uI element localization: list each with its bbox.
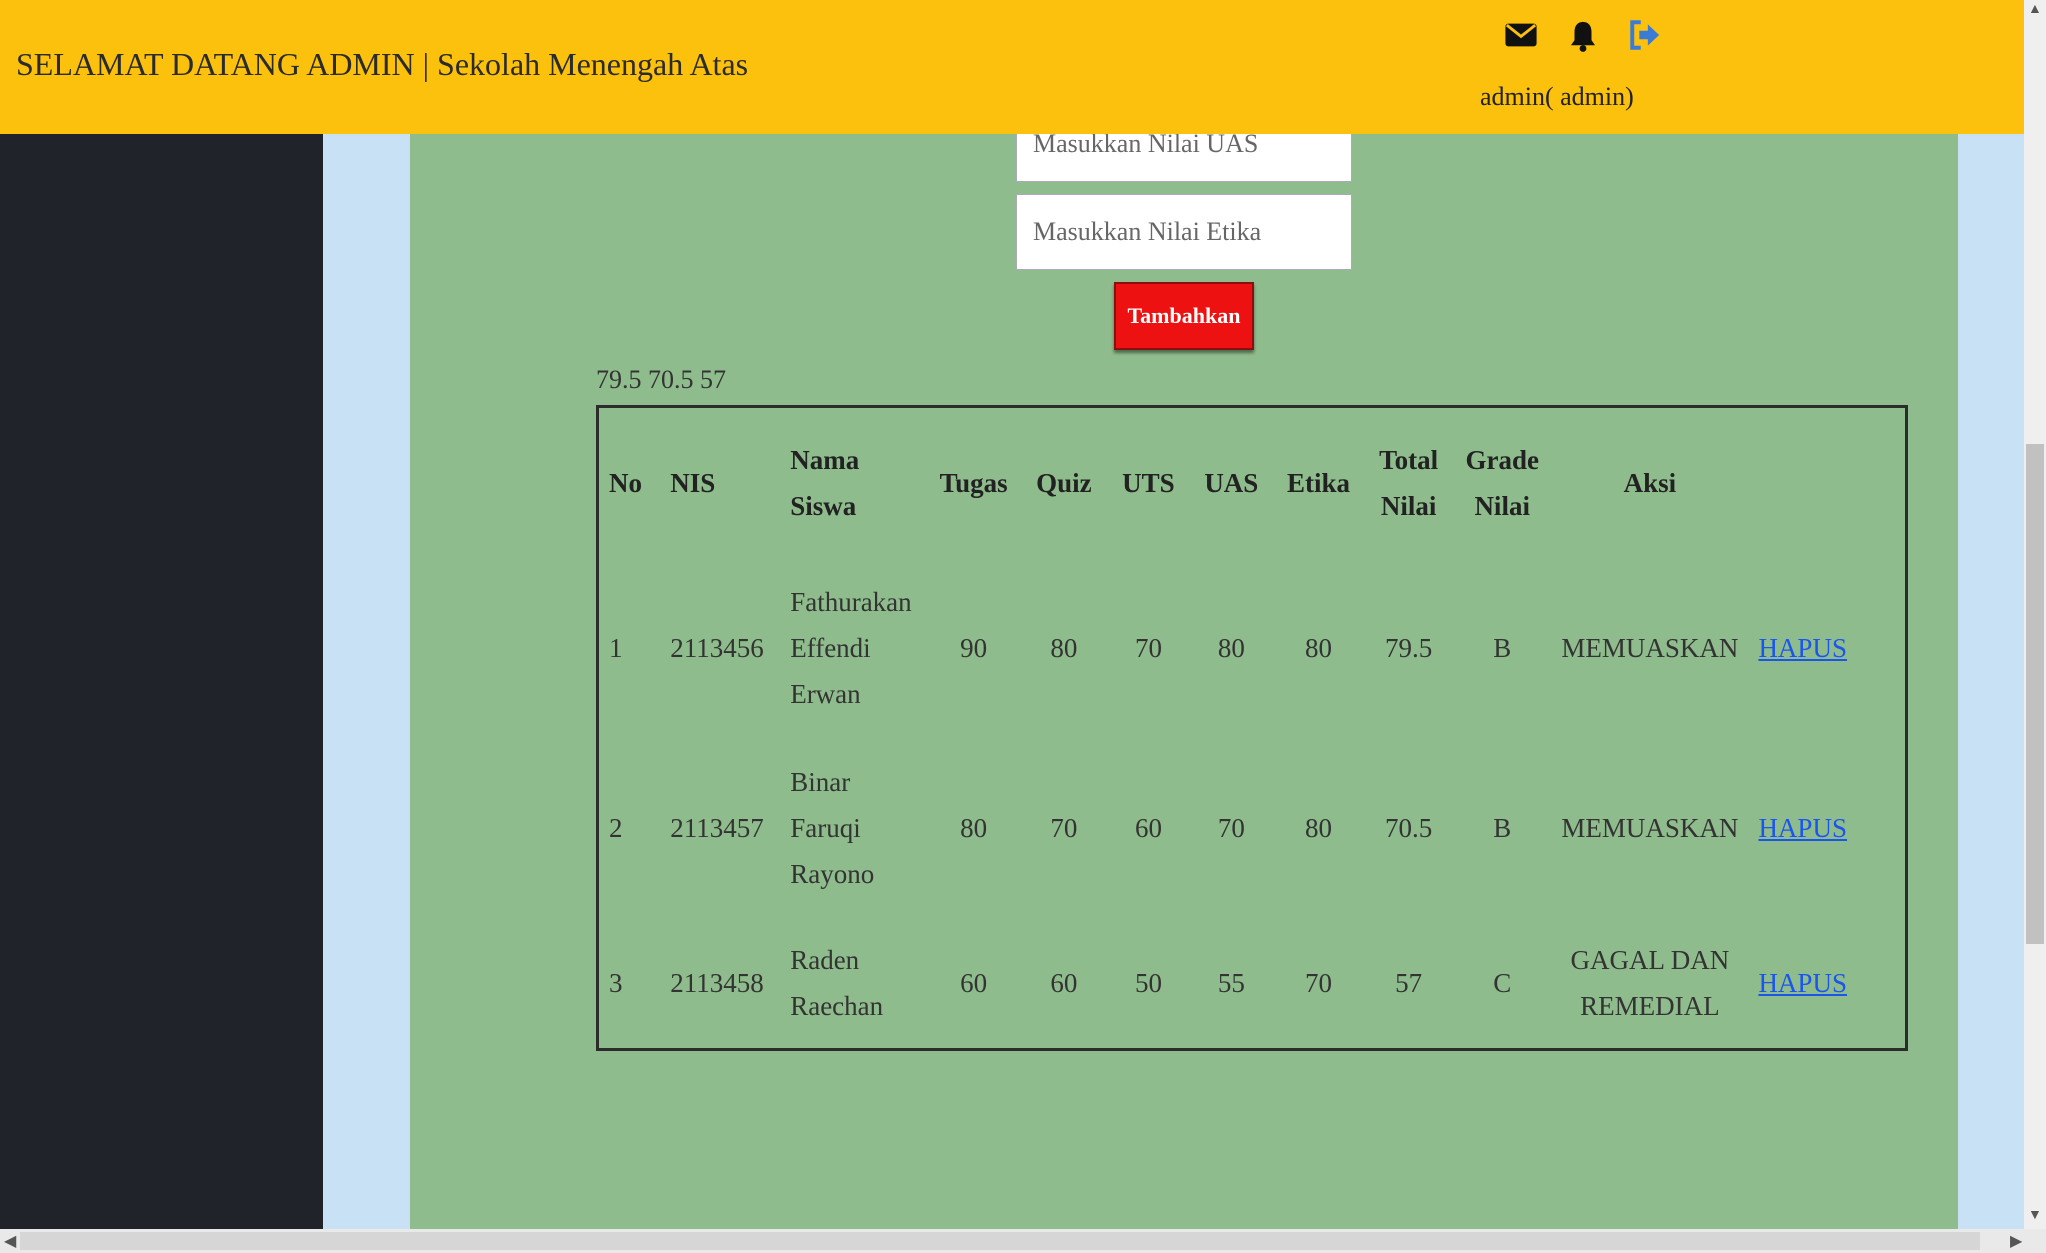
keterangan-line: REMEDIAL [1580, 991, 1720, 1021]
cell-no: 2 [609, 813, 623, 843]
header-blank [1748, 408, 1905, 558]
nama-line: Effendi [790, 633, 871, 663]
header-total-line: Nilai [1380, 491, 1437, 521]
header-aksi: Aksi [1623, 468, 1677, 498]
scroll-up-icon[interactable]: ▲ [2028, 2, 2042, 18]
cell-uts: 50 [1134, 968, 1162, 998]
header-uts: UTS [1122, 468, 1175, 498]
cell-keterangan: MEMUASKAN [1551, 558, 1748, 738]
cell-nis: 2113458 [670, 968, 764, 998]
keterangan-line: MEMUASKAN [1561, 633, 1739, 663]
nama-line: Raechan [790, 991, 884, 1021]
etika-input[interactable]: Masukkan Nilai Etika [1016, 194, 1352, 270]
header-nama: Nama Siswa [780, 408, 926, 558]
cell-no: 3 [609, 968, 623, 998]
header-nama-line: Nama [790, 445, 860, 475]
vertical-scroll-thumb[interactable] [2026, 444, 2044, 944]
nama-line: Fathurakan [790, 587, 912, 617]
total-values-text: 79.5 70.5 57 [596, 365, 726, 394]
cell-action: HAPUS [1748, 918, 1905, 1048]
page-title: SELAMAT DATANG ADMIN | Sekolah Menengah … [16, 46, 749, 82]
vertical-scrollbar[interactable]: ▲ ▼ [2024, 0, 2046, 1229]
cell-uas: 80 [1217, 633, 1245, 663]
scroll-down-icon[interactable]: ▼ [2028, 1208, 2042, 1224]
cell-total: 79.5 [1384, 633, 1433, 663]
cell-uas: 55 [1217, 968, 1245, 998]
header-no: No [609, 468, 642, 498]
cell-nis: 2113456 [670, 633, 764, 663]
nama-line: Rayono [790, 859, 875, 889]
hapus-link[interactable]: HAPUS [1758, 968, 1847, 998]
nama-line: Erwan [790, 679, 861, 709]
cell-nis: 2113457 [670, 813, 764, 843]
header-nis: NIS [670, 468, 716, 498]
cell-uas: 70 [1217, 813, 1245, 843]
header-quiz: Quiz [1036, 468, 1092, 498]
keterangan-line: MEMUASKAN [1561, 813, 1739, 843]
cell-total: 70.5 [1384, 813, 1433, 843]
cell-etika: 70 [1305, 968, 1333, 998]
keterangan-line: GAGAL DAN [1570, 945, 1730, 975]
header-grade-line: Grade [1465, 445, 1539, 475]
nama-line: Binar [790, 767, 851, 797]
add-button[interactable]: Tambahkan [1114, 282, 1254, 350]
cell-keterangan: GAGAL DAN REMEDIAL [1551, 918, 1748, 1048]
table-body: 1 2113456 Fathurakan Effendi Erwan 90 80 7… [599, 558, 1905, 1048]
header-grade: Grade Nilai [1453, 408, 1551, 558]
header-tugas: Tugas [939, 468, 1008, 498]
cell-tugas: 60 [960, 968, 988, 998]
header-uas: UAS [1204, 468, 1259, 498]
nama-line: Faruqi [790, 813, 861, 843]
sidebar [0, 134, 323, 1229]
cell-nama: Raden Raechan [780, 918, 926, 1048]
cell-nama: Fathurakan Effendi Erwan [780, 558, 926, 738]
horizontal-scrollbar[interactable]: ◀ ▶ [0, 1229, 2046, 1253]
cell-nama: Binar Faruqi Rayono [780, 738, 926, 918]
cell-grade: C [1493, 968, 1512, 998]
user-label[interactable]: admin( admin) [1480, 82, 1634, 112]
nama-line: Raden [790, 945, 860, 975]
hapus-link[interactable]: HAPUS [1758, 633, 1847, 663]
header-total: Total Nilai [1364, 408, 1453, 558]
scroll-right-icon[interactable]: ▶ [2010, 1231, 2022, 1251]
header-grade-line: Nilai [1474, 491, 1530, 521]
cell-action: HAPUS [1748, 738, 1905, 918]
cell-quiz: 60 [1050, 968, 1078, 998]
header-etika: Etika [1287, 468, 1351, 498]
envelope-icon[interactable] [1504, 18, 1540, 56]
header-total-line: Total [1379, 445, 1439, 475]
cell-tugas: 80 [960, 813, 988, 843]
cell-etika: 80 [1305, 813, 1333, 843]
cell-quiz: 80 [1050, 633, 1078, 663]
bell-icon[interactable] [1566, 18, 1602, 56]
cell-tugas: 90 [960, 633, 988, 663]
horizontal-scroll-thumb[interactable] [20, 1232, 1980, 1250]
cell-total: 57 [1395, 968, 1423, 998]
grades-table: No NIS Nama Siswa Tugas Quiz UTS UAS Etik… [596, 405, 1908, 1051]
cell-grade: B [1493, 633, 1512, 663]
right-margin [1958, 134, 2024, 1229]
table-row: 1 2113456 Fathurakan Effendi Erwan 90 80 7… [599, 558, 1905, 738]
cell-uts: 70 [1134, 633, 1162, 663]
header-nama-line: Siswa [790, 491, 857, 521]
cell-uts: 60 [1134, 813, 1162, 843]
scroll-left-icon[interactable]: ◀ [4, 1231, 16, 1251]
logout-icon[interactable] [1628, 18, 1664, 56]
table-row: 2 2113457 Binar Faruqi Rayono 80 70 60 70 … [599, 738, 1905, 918]
cell-quiz: 70 [1050, 813, 1078, 843]
hapus-link[interactable]: HAPUS [1758, 813, 1847, 843]
cell-action: HAPUS [1748, 558, 1905, 738]
cell-keterangan: MEMUASKAN [1551, 738, 1748, 918]
table-row: 3 2113458 Raden Raechan 60 60 50 55 70 57… [599, 918, 1905, 1048]
cell-no: 1 [609, 633, 623, 663]
cell-etika: 80 [1305, 633, 1333, 663]
top-header: SELAMAT DATANG ADMIN | Sekolah Menengah … [0, 0, 2024, 134]
cell-grade: B [1493, 813, 1512, 843]
table-header-row: No NIS Nama Siswa Tugas Quiz UTS UAS Etik… [599, 408, 1905, 558]
